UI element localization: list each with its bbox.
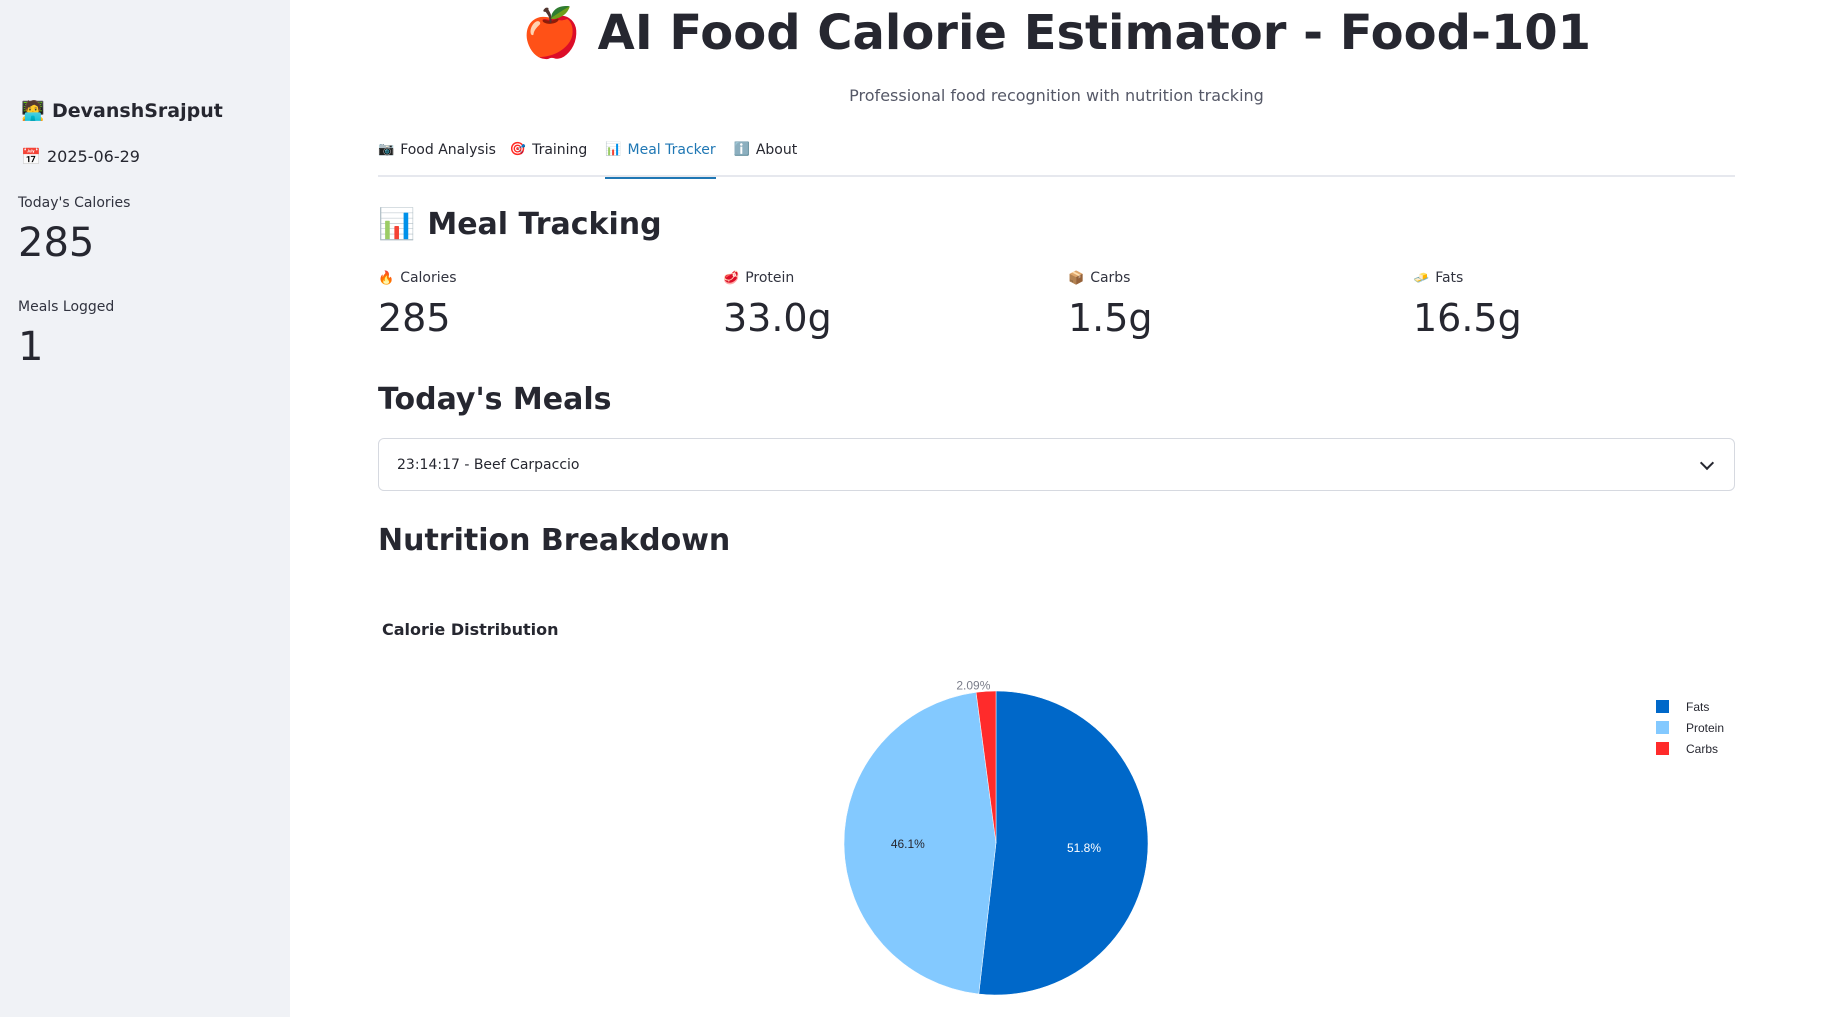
- legend-swatch-fats[interactable]: [1656, 700, 1669, 713]
- meals-logged-value: 1: [18, 324, 44, 370]
- legend-label-protein[interactable]: Protein: [1686, 721, 1724, 735]
- todays-calories-label: Today's Calories: [18, 195, 131, 211]
- pie-label-protein: 46.1%: [891, 837, 925, 851]
- main-content: 🍎 AI Food Calorie Estimator - Food-101 Pr…: [290, 0, 1823, 1017]
- legend-swatch-protein[interactable]: [1656, 721, 1669, 734]
- username: DevanshSrajput: [52, 99, 223, 122]
- date-text: 2025-06-29: [47, 147, 140, 166]
- calendar-icon: 📅: [21, 147, 41, 166]
- todays-calories-value: 285: [18, 220, 95, 266]
- pie-group: 51.8% 46.1% 2.09%: [843, 678, 1149, 996]
- sidebar-user: 🧑‍💻 DevanshSrajput: [21, 99, 223, 123]
- pie-label-carbs: 2.09%: [956, 678, 990, 692]
- legend-label-fats[interactable]: Fats: [1686, 700, 1709, 714]
- chart-legend: Fats Protein Carbs: [1656, 700, 1724, 756]
- legend-label-carbs[interactable]: Carbs: [1686, 742, 1718, 756]
- sidebar: 🧑‍💻 DevanshSrajput 📅 2025-06-29 Today's …: [0, 0, 290, 1017]
- pie-slice-fats[interactable]: [978, 690, 1149, 996]
- sidebar-date: 📅 2025-06-29: [21, 147, 140, 166]
- person-at-laptop-icon: 🧑‍💻: [21, 100, 45, 122]
- pie-label-fats: 51.8%: [1067, 841, 1101, 855]
- calorie-distribution-chart: 51.8% 46.1% 2.09% Fats Protein Carbs: [843, 678, 1724, 996]
- meals-logged-label: Meals Logged: [18, 299, 115, 315]
- legend-swatch-carbs[interactable]: [1656, 742, 1669, 755]
